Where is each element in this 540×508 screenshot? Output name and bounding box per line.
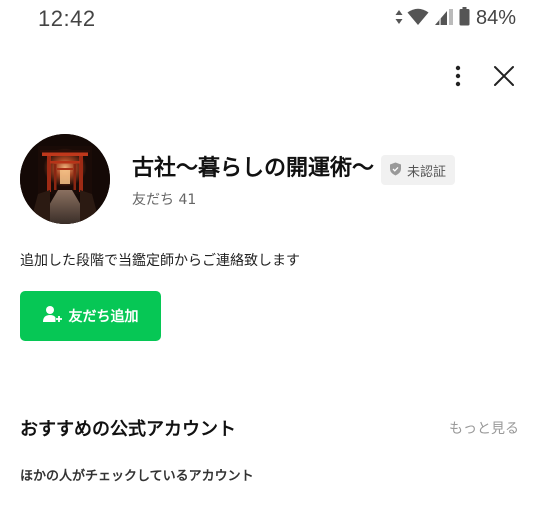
wifi-icon xyxy=(407,8,429,30)
verification-badge[interactable]: 未認証 xyxy=(381,155,456,185)
status-time: 12:42 xyxy=(38,6,96,31)
account-description: 追加した段階で当鑑定師からご連絡致します xyxy=(20,253,300,269)
add-friend-label: 友だち追加 xyxy=(68,309,139,325)
more-options-button[interactable] xyxy=(444,64,472,92)
close-button[interactable] xyxy=(490,64,518,92)
see-more-link[interactable]: もっと見る xyxy=(449,418,519,438)
close-icon xyxy=(493,65,515,91)
friends-count[interactable]: 友だち 41 xyxy=(132,189,196,209)
signal-icon xyxy=(433,8,455,30)
battery-percentage: 84% xyxy=(475,7,516,29)
status-bar: 12:42 84% xyxy=(0,0,540,40)
recommended-section-subtitle: ほかの人がチェックしているアカウント xyxy=(20,469,254,484)
add-friend-button[interactable]: 友だち追加 xyxy=(20,291,161,341)
verification-status: 未認証 xyxy=(407,164,447,180)
torii-gate-photo xyxy=(20,134,110,224)
battery-icon xyxy=(459,7,470,30)
recommended-section-title: おすすめの公式アカウント xyxy=(20,419,236,440)
add-person-icon xyxy=(42,305,63,327)
data-arrows-icon xyxy=(395,9,403,29)
more-vertical-icon xyxy=(455,65,461,91)
account-avatar[interactable] xyxy=(20,134,110,224)
account-name: 古社〜暮らしの開運術〜 xyxy=(132,156,375,181)
status-icons: 84% xyxy=(395,7,516,30)
shield-icon xyxy=(389,161,402,180)
